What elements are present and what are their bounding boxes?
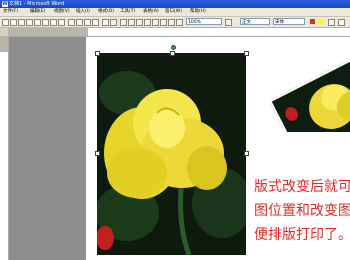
word-icon: W (2, 1, 8, 7)
print-preview-icon[interactable] (50, 19, 57, 26)
rose-image-graphic (97, 53, 246, 255)
tables-borders-icon[interactable] (128, 19, 135, 26)
email-icon[interactable] (34, 19, 41, 26)
font-combo[interactable]: 宋体 (273, 18, 305, 25)
window-title: 文档1 - Microsoft Word (9, 1, 65, 7)
format-painter-icon[interactable] (92, 19, 99, 26)
style-combo[interactable]: 正文 (240, 18, 270, 25)
insert-excel-icon[interactable] (144, 19, 151, 26)
bold-icon[interactable] (328, 19, 335, 26)
ruler-top-margin (0, 36, 8, 52)
menu-view[interactable]: 视图(V) (54, 8, 70, 16)
hyperlink-icon[interactable] (120, 19, 127, 26)
resize-handle-e[interactable] (244, 151, 249, 156)
permission-icon[interactable] (26, 19, 33, 26)
menu-insert[interactable]: 插入(I) (76, 8, 90, 16)
insert-table-icon[interactable] (136, 19, 143, 26)
resize-handle-nw[interactable] (95, 51, 100, 56)
vertical-ruler[interactable] (0, 36, 9, 260)
resize-handle-ne[interactable] (244, 51, 249, 56)
rose-image[interactable] (97, 53, 246, 255)
document-map-icon[interactable] (168, 19, 175, 26)
menu-file[interactable]: 文件(F) (3, 8, 18, 16)
highlight-icon[interactable] (318, 19, 323, 24)
toolbar: 100% 正文 宋体 (0, 17, 350, 28)
menu-window[interactable]: 窗口(W) (165, 8, 182, 16)
menu-help[interactable]: 帮助(H) (190, 8, 206, 16)
help-icon[interactable] (225, 19, 232, 26)
save-icon[interactable] (18, 19, 25, 26)
print-icon[interactable] (42, 19, 49, 26)
zoom-combo[interactable]: 100% (186, 18, 222, 25)
redo-icon[interactable] (110, 19, 117, 26)
paragraph-line: 便排版打印了。 (254, 227, 350, 243)
spelling-icon[interactable] (58, 19, 65, 26)
rotated-rose-image[interactable] (270, 52, 350, 132)
copy-icon[interactable] (76, 19, 83, 26)
menu-format[interactable]: 格式(O) (98, 8, 114, 16)
columns-icon[interactable] (152, 19, 159, 26)
ruler-left-margin (8, 28, 88, 36)
title-bar: W 文档1 - Microsoft Word (0, 0, 350, 8)
paste-icon[interactable] (84, 19, 91, 26)
drawing-icon[interactable] (160, 19, 167, 26)
document-paragraph[interactable]: 版式改变后就可 图位置和改变图 便排版打印了。 (254, 175, 350, 247)
resize-handle-w[interactable] (95, 151, 100, 156)
menu-table[interactable]: 表格(A) (143, 8, 159, 16)
paragraph-line: 版式改变后就可 (254, 179, 350, 195)
show-hide-icon[interactable] (176, 19, 183, 26)
open-icon[interactable] (10, 19, 17, 26)
paragraph-line: 图位置和改变图 (254, 203, 350, 219)
menu-edit[interactable]: 编辑(E) (30, 8, 45, 16)
rotate-handle[interactable] (171, 45, 176, 50)
menu-tools[interactable]: 工具(T) (120, 8, 135, 16)
menu-bar: 文件(F) 编辑(E) 视图(V) 插入(I) 格式(O) 工具(T) 表格(A… (0, 8, 350, 17)
horizontal-ruler[interactable] (8, 28, 350, 37)
rotated-rose-graphic (271, 53, 350, 132)
undo-icon[interactable] (102, 19, 109, 26)
new-document-icon[interactable] (2, 19, 9, 26)
resize-handle-n[interactable] (170, 51, 175, 56)
cut-icon[interactable] (68, 19, 75, 26)
italic-icon[interactable] (338, 19, 345, 26)
rotated-image-container (270, 52, 350, 132)
font-color-icon[interactable] (310, 19, 315, 24)
